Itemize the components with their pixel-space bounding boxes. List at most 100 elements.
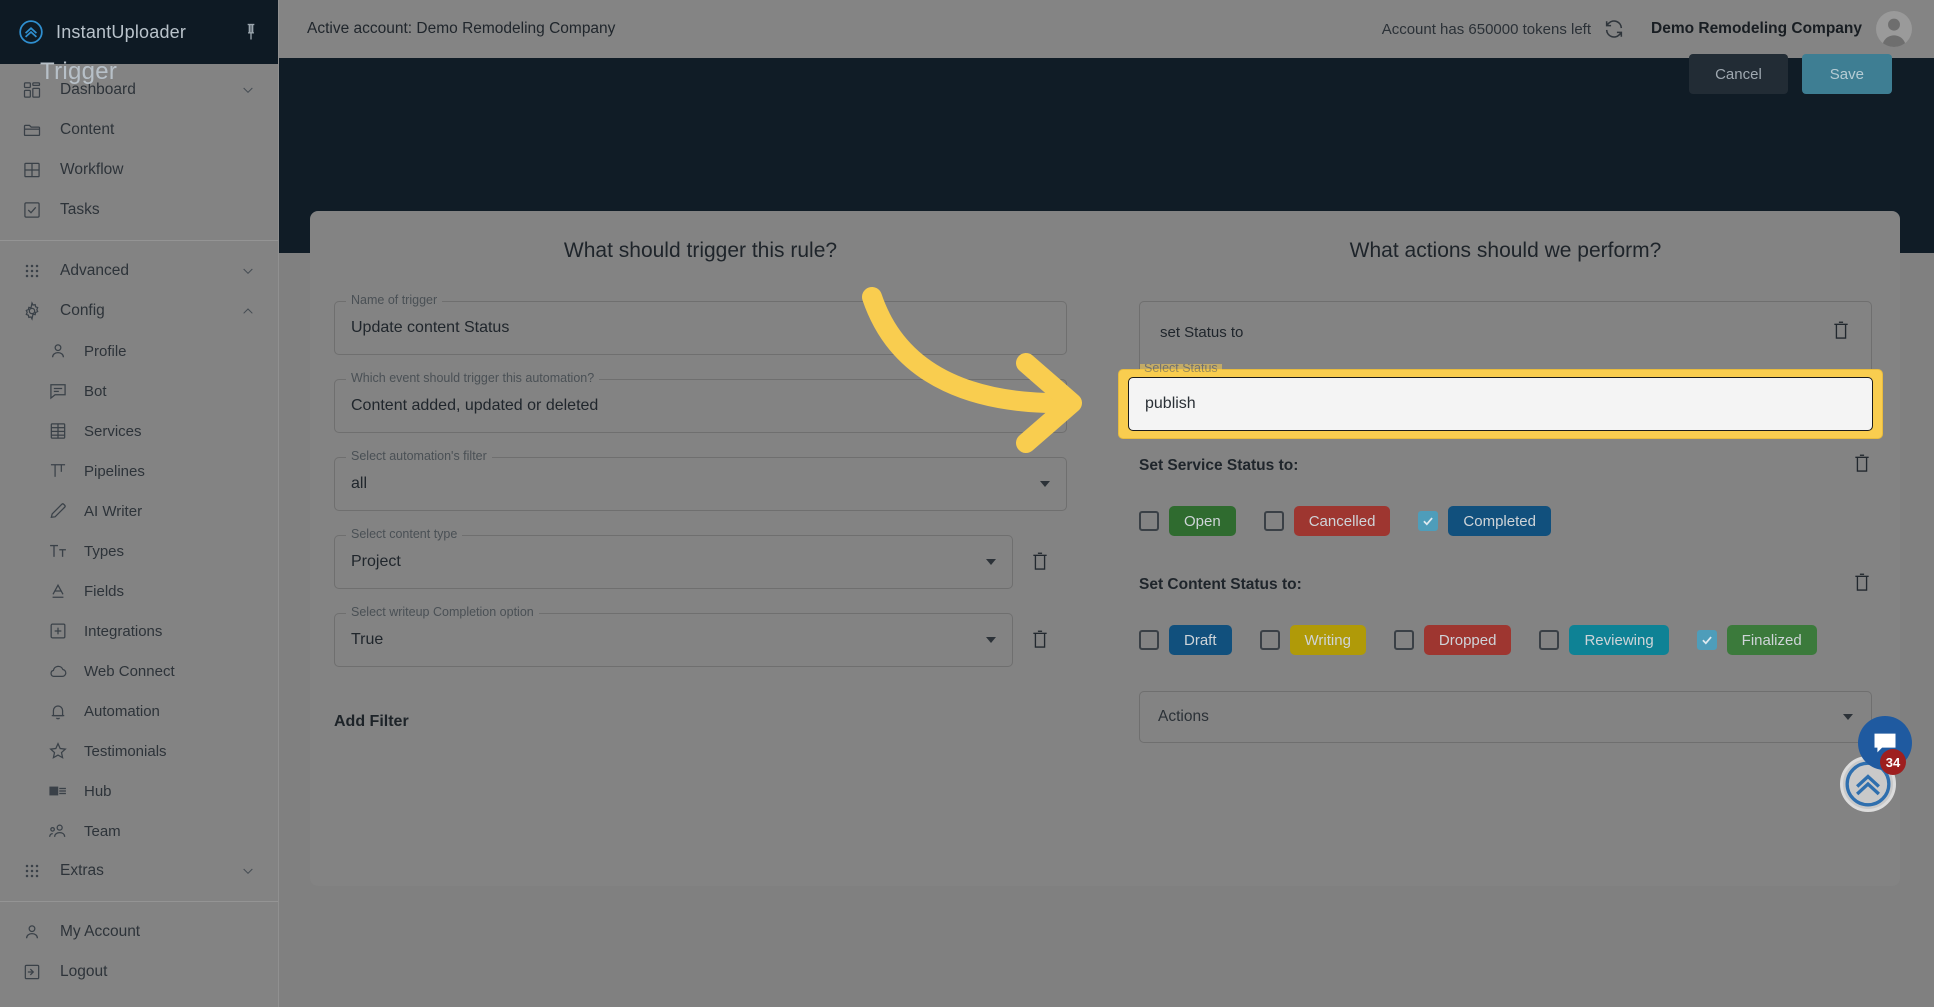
checkbox-reviewing[interactable] bbox=[1539, 630, 1560, 650]
status-option-completed: Completed bbox=[1418, 506, 1551, 536]
status-chip-open[interactable]: Open bbox=[1169, 506, 1236, 536]
status-option-cancelled: Cancelled bbox=[1263, 506, 1391, 536]
sidebar-item-advanced[interactable]: Advanced bbox=[0, 251, 278, 291]
field-box[interactable]: True bbox=[334, 613, 1013, 667]
field-select-automation-s-filter[interactable]: Select automation's filter all bbox=[334, 449, 1067, 511]
token-balance-label: Account has 650000 tokens left bbox=[1381, 20, 1591, 38]
sidebar-item-label: Bot bbox=[84, 382, 107, 400]
status-chip-draft[interactable]: Draft bbox=[1169, 625, 1232, 655]
sidebar-brand[interactable]: InstantUploader bbox=[0, 0, 278, 64]
sidebar-item-fields[interactable]: Fields bbox=[0, 571, 278, 611]
set-status-label: set Status to bbox=[1160, 324, 1244, 341]
chevron-down-icon[interactable] bbox=[240, 263, 256, 279]
text-size-icon bbox=[48, 541, 68, 561]
status-option-dropped: Dropped bbox=[1393, 625, 1512, 655]
sidebar-group: My Account Logout bbox=[0, 906, 278, 998]
status-input[interactable]: publish bbox=[1128, 377, 1873, 431]
field-box[interactable]: all bbox=[334, 457, 1067, 511]
sidebar-item-pipelines[interactable]: Pipelines bbox=[0, 451, 278, 491]
sidebar-item-content[interactable]: Content bbox=[0, 110, 278, 150]
field-box[interactable]: Project bbox=[334, 535, 1013, 589]
letter-a-underline-icon bbox=[48, 581, 68, 601]
status-chip-completed[interactable]: Completed bbox=[1448, 506, 1551, 536]
delete-content-status-button[interactable] bbox=[1852, 572, 1872, 599]
dashboard-grid-icon bbox=[22, 80, 42, 100]
save-button[interactable]: Save bbox=[1801, 54, 1892, 94]
checkbox-completed[interactable] bbox=[1418, 511, 1439, 531]
sidebar-item-services[interactable]: Services bbox=[0, 411, 278, 451]
sidebar-item-label: Fields bbox=[84, 582, 125, 600]
sidebar-item-config[interactable]: Config bbox=[0, 291, 278, 331]
sidebar-item-my-account[interactable]: My Account bbox=[0, 912, 278, 952]
brand-name: InstantUploader bbox=[56, 21, 187, 42]
status-chip-label: Completed bbox=[1463, 512, 1536, 530]
avatar[interactable] bbox=[1876, 11, 1912, 47]
checkbox-draft[interactable] bbox=[1139, 630, 1159, 650]
checkbox-finalized[interactable] bbox=[1696, 630, 1717, 650]
field-name-of-trigger[interactable]: Name of trigger Update content Status bbox=[334, 293, 1067, 355]
sidebar-item-label: AI Writer bbox=[84, 502, 143, 520]
sidebar-item-types[interactable]: Types bbox=[0, 531, 278, 571]
chevron-down-icon bbox=[986, 559, 996, 565]
sidebar-item-extras[interactable]: Extras bbox=[0, 851, 278, 891]
status-chip-reviewing[interactable]: Reviewing bbox=[1569, 625, 1669, 655]
chevron-down-icon[interactable] bbox=[240, 863, 256, 879]
status-chip-label: Cancelled bbox=[1308, 512, 1376, 530]
content-status-options: Draft Writing Dropped Reviewing Finalized bbox=[1139, 625, 1872, 655]
bell-icon bbox=[48, 701, 68, 721]
field-legend: Name of trigger bbox=[346, 293, 443, 307]
checkbox-open[interactable] bbox=[1139, 511, 1159, 531]
sidebar-item-profile[interactable]: Profile bbox=[0, 331, 278, 371]
cancel-button[interactable]: Cancel bbox=[1689, 54, 1788, 94]
delete-service-status-button[interactable] bbox=[1852, 453, 1872, 480]
trigger-conditions-column: What should trigger this rule? Name of t… bbox=[310, 211, 1103, 886]
sidebar-item-label: Types bbox=[84, 542, 125, 560]
actions-select[interactable]: Actions bbox=[1139, 691, 1872, 743]
table-icon bbox=[22, 160, 42, 180]
avatar-person-icon bbox=[1882, 18, 1906, 47]
status-chip-writing[interactable]: Writing bbox=[1289, 625, 1366, 655]
sidebar-item-workflow[interactable]: Workflow bbox=[0, 150, 278, 190]
status-option-finalized: Finalized bbox=[1696, 625, 1817, 655]
field-which-event-should-trigger-this-automation[interactable]: Which event should trigger this automati… bbox=[334, 371, 1067, 433]
delete-field-button[interactable] bbox=[1013, 551, 1067, 573]
sidebar-item-label: Config bbox=[60, 302, 105, 319]
chevron-down-icon[interactable] bbox=[240, 82, 256, 98]
sidebar-item-hub[interactable]: Hub bbox=[0, 771, 278, 811]
add-filter-button[interactable]: Add Filter bbox=[334, 713, 409, 731]
field-select-content-type[interactable]: Select content type Project bbox=[334, 527, 1013, 589]
sidebar-item-bot[interactable]: Bot bbox=[0, 371, 278, 411]
sidebar-item-tasks[interactable]: Tasks bbox=[0, 190, 278, 230]
pin-icon[interactable] bbox=[241, 22, 261, 42]
refresh-icon[interactable] bbox=[1603, 18, 1625, 40]
sidebar-item-integrations[interactable]: Integrations bbox=[0, 611, 278, 651]
field-box[interactable]: Content added, updated or deleted bbox=[334, 379, 1067, 433]
delete-field-button[interactable] bbox=[1013, 629, 1067, 651]
field-select-writeup-completion-option[interactable]: Select writeup Completion option True bbox=[334, 605, 1013, 667]
status-chip-dropped[interactable]: Dropped bbox=[1423, 625, 1512, 655]
actions-column-title: What actions should we perform? bbox=[1349, 239, 1662, 262]
status-chip-cancelled[interactable]: Cancelled bbox=[1293, 506, 1391, 536]
sidebar-divider bbox=[0, 901, 278, 902]
status-chip-finalized[interactable]: Finalized bbox=[1726, 625, 1817, 655]
chevron-down-icon bbox=[986, 637, 996, 643]
chevron-up-icon[interactable] bbox=[240, 303, 256, 319]
sidebar-nav[interactable]: Dashboard Content Workflow Tasks Advanced Con… bbox=[0, 64, 278, 1007]
checkbox-cancelled[interactable] bbox=[1263, 511, 1284, 531]
service-status-label: Set Service Status to: bbox=[1139, 457, 1299, 474]
sidebar-item-web-connect[interactable]: Web Connect bbox=[0, 651, 278, 691]
sidebar-item-label: Web Connect bbox=[84, 662, 175, 680]
sidebar-item-logout[interactable]: Logout bbox=[0, 952, 278, 992]
delete-set-status-button[interactable] bbox=[1831, 320, 1851, 347]
apps-grid-icon bbox=[22, 261, 42, 281]
checkbox-dropped[interactable] bbox=[1393, 630, 1414, 650]
field-box[interactable]: Update content Status bbox=[334, 301, 1067, 355]
sidebar-item-team[interactable]: Team bbox=[0, 811, 278, 851]
chevrons-up-circle-icon bbox=[18, 19, 44, 45]
sidebar-item-ai-writer[interactable]: AI Writer bbox=[0, 491, 278, 531]
sidebar-item-automation[interactable]: Automation bbox=[0, 691, 278, 731]
person-icon bbox=[22, 922, 42, 942]
plus-square-icon bbox=[48, 621, 68, 641]
checkbox-writing[interactable] bbox=[1259, 630, 1280, 650]
sidebar-item-testimonials[interactable]: Testimonials bbox=[0, 731, 278, 771]
